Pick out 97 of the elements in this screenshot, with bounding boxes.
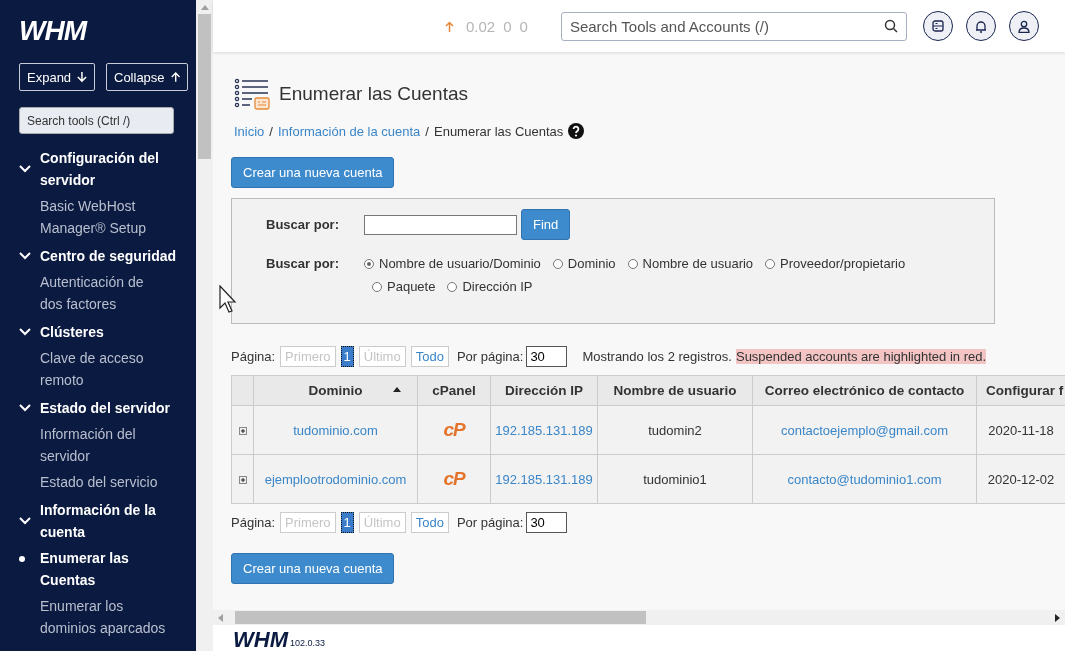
column-header[interactable]: Correo electrónico de contacto — [752, 375, 977, 406]
chevron-icon[interactable] — [19, 404, 31, 412]
table-cell: tudomin2 — [597, 405, 753, 455]
page-button[interactable]: 1 — [340, 512, 354, 533]
ip-link[interactable]: 192.185.131.189 — [495, 422, 593, 438]
search-icon[interactable] — [883, 18, 898, 33]
summary-text: Mostrando los 2 registros. — [582, 349, 732, 364]
page-title: Enumerar las Cuentas — [279, 83, 469, 105]
field-label: Buscar por: — [266, 217, 340, 232]
search-field[interactable]: Search tools (Ctrl /) — [19, 107, 174, 134]
expand-icon[interactable] — [238, 426, 247, 435]
sidebar-section[interactable]: Estado del servidor — [40, 397, 180, 419]
pagination-label: Página: — [231, 515, 276, 530]
radio-option[interactable]: Nombre de usuario — [627, 256, 754, 271]
radio-option[interactable]: Paquete — [372, 279, 436, 294]
server-button[interactable] — [922, 11, 953, 41]
list-icon — [234, 78, 270, 110]
email-link[interactable]: contacto@tudominio1.com — [787, 471, 942, 487]
breadcrumb-current: Enumerar las Cuentas — [434, 123, 564, 139]
breadcrumb-link[interactable]: Información de la cuenta — [278, 123, 421, 139]
radio-button[interactable] — [364, 258, 374, 269]
create-account-button[interactable]: Crear una nueva cuenta — [231, 553, 395, 584]
radio-button[interactable] — [627, 258, 638, 269]
arrow-up-icon — [170, 70, 180, 84]
scrollbar-thumb[interactable] — [198, 14, 211, 159]
column-header[interactable]: Nombre de usuario — [597, 375, 753, 406]
notifications-button[interactable] — [965, 11, 996, 41]
table-cell: tudominio1 — [597, 454, 753, 504]
scrollbar-thumb[interactable] — [235, 611, 646, 624]
per-page-field[interactable]: 30 — [526, 346, 568, 367]
sidebar-item[interactable]: Enumerar los dominios aparcados — [40, 595, 168, 639]
find-button[interactable]: Find — [521, 209, 571, 240]
sidebar-item[interactable]: Enumerar las Cuentas — [40, 547, 168, 591]
expand-icon[interactable] — [238, 475, 247, 484]
column-header[interactable]: cPanel — [417, 375, 491, 406]
scrollbar[interactable] — [196, 0, 213, 651]
column-header[interactable]: Configurar f — [976, 375, 1065, 406]
server-icon — [931, 20, 944, 32]
chevron-icon[interactable] — [19, 517, 31, 525]
per-page-label: Por página: — [456, 349, 524, 364]
ip-link[interactable]: 192.185.131.189 — [495, 471, 593, 487]
pointer-icon — [219, 285, 237, 313]
user-icon — [1017, 19, 1030, 33]
chevron-icon[interactable] — [19, 252, 31, 260]
sidebar-item[interactable]: Clave de acceso remoto — [40, 347, 168, 391]
chevron-icon[interactable] — [19, 165, 31, 173]
load-value: 0 — [503, 17, 512, 35]
breadcrumb-link[interactable]: Inicio — [234, 123, 265, 139]
sidebar-section[interactable]: Información de la cuenta — [40, 499, 180, 543]
column-header[interactable]: Dirección IP — [490, 375, 598, 406]
sidebar-item[interactable]: Autenticación de dos factores — [40, 271, 168, 315]
search-input[interactable] — [364, 214, 517, 235]
radio-button[interactable] — [372, 281, 382, 292]
per-page-field[interactable]: 30 — [526, 512, 568, 533]
field-label: Buscar por: — [266, 256, 340, 273]
user-button[interactable] — [1008, 11, 1039, 41]
per-page-label: Por página: — [456, 515, 524, 530]
sidebar-section[interactable]: Centro de seguridad — [40, 245, 180, 267]
domain-link[interactable]: ejemplootrodominio.com — [264, 471, 407, 487]
search-field[interactable]: Search Tools and Accounts (/) — [560, 11, 907, 41]
sidebar-item[interactable]: Estado del servicio — [40, 471, 168, 493]
load-value: 0 — [519, 17, 528, 35]
breadcrumb-separator: / — [425, 123, 429, 139]
sidebar-section[interactable]: Configuración del servidor — [40, 147, 180, 191]
sidebar-section[interactable]: Clústeres — [40, 321, 180, 343]
collapse-button[interactable]: Collapse — [106, 63, 188, 91]
pagination-label: Página: — [231, 349, 276, 364]
create-account-button[interactable]: Crear una nueva cuenta — [231, 157, 395, 188]
load-value: 0.02 — [466, 17, 496, 35]
page-button[interactable]: 1 — [340, 346, 354, 367]
sidebar-item[interactable]: Basic WebHost Manager® Setup — [40, 195, 168, 239]
radio-option[interactable]: Dirección IP — [447, 279, 533, 294]
bell-icon — [974, 19, 987, 33]
expand-button[interactable]: Expand — [19, 63, 95, 91]
page-button[interactable]: Todo — [410, 512, 449, 533]
breadcrumb-separator: / — [269, 123, 273, 139]
arrow-up-icon — [445, 20, 454, 32]
page-button[interactable]: Todo — [410, 346, 449, 367]
help-icon[interactable] — [568, 123, 585, 139]
email-link[interactable]: contactoejemplo@gmail.com — [780, 422, 949, 438]
version-text: 102.0.33 — [290, 638, 326, 648]
sidebar-item[interactable]: Información del servidor — [40, 423, 168, 467]
scrollbar[interactable] — [213, 610, 1065, 625]
suspended-notice: Suspended accounts are highlighted in red. — [735, 349, 987, 364]
radio-button[interactable] — [447, 281, 458, 292]
radio-option[interactable]: Proveedor/propietario — [765, 256, 906, 271]
whm-logo: WHM — [233, 629, 288, 651]
column-header[interactable]: Dominio — [253, 375, 418, 406]
radio-button[interactable] — [765, 258, 776, 269]
radio-option[interactable]: Nombre de usuario/Dominio — [364, 256, 541, 271]
whm-logo[interactable]: WHM — [19, 16, 86, 46]
scroll-right-icon[interactable] — [1055, 613, 1060, 622]
domain-link[interactable]: tudominio.com — [293, 422, 378, 438]
chevron-icon[interactable] — [19, 328, 31, 336]
radio-button[interactable] — [552, 258, 563, 269]
radio-option[interactable]: Dominio — [552, 256, 616, 271]
arrow-down-icon — [77, 70, 87, 84]
